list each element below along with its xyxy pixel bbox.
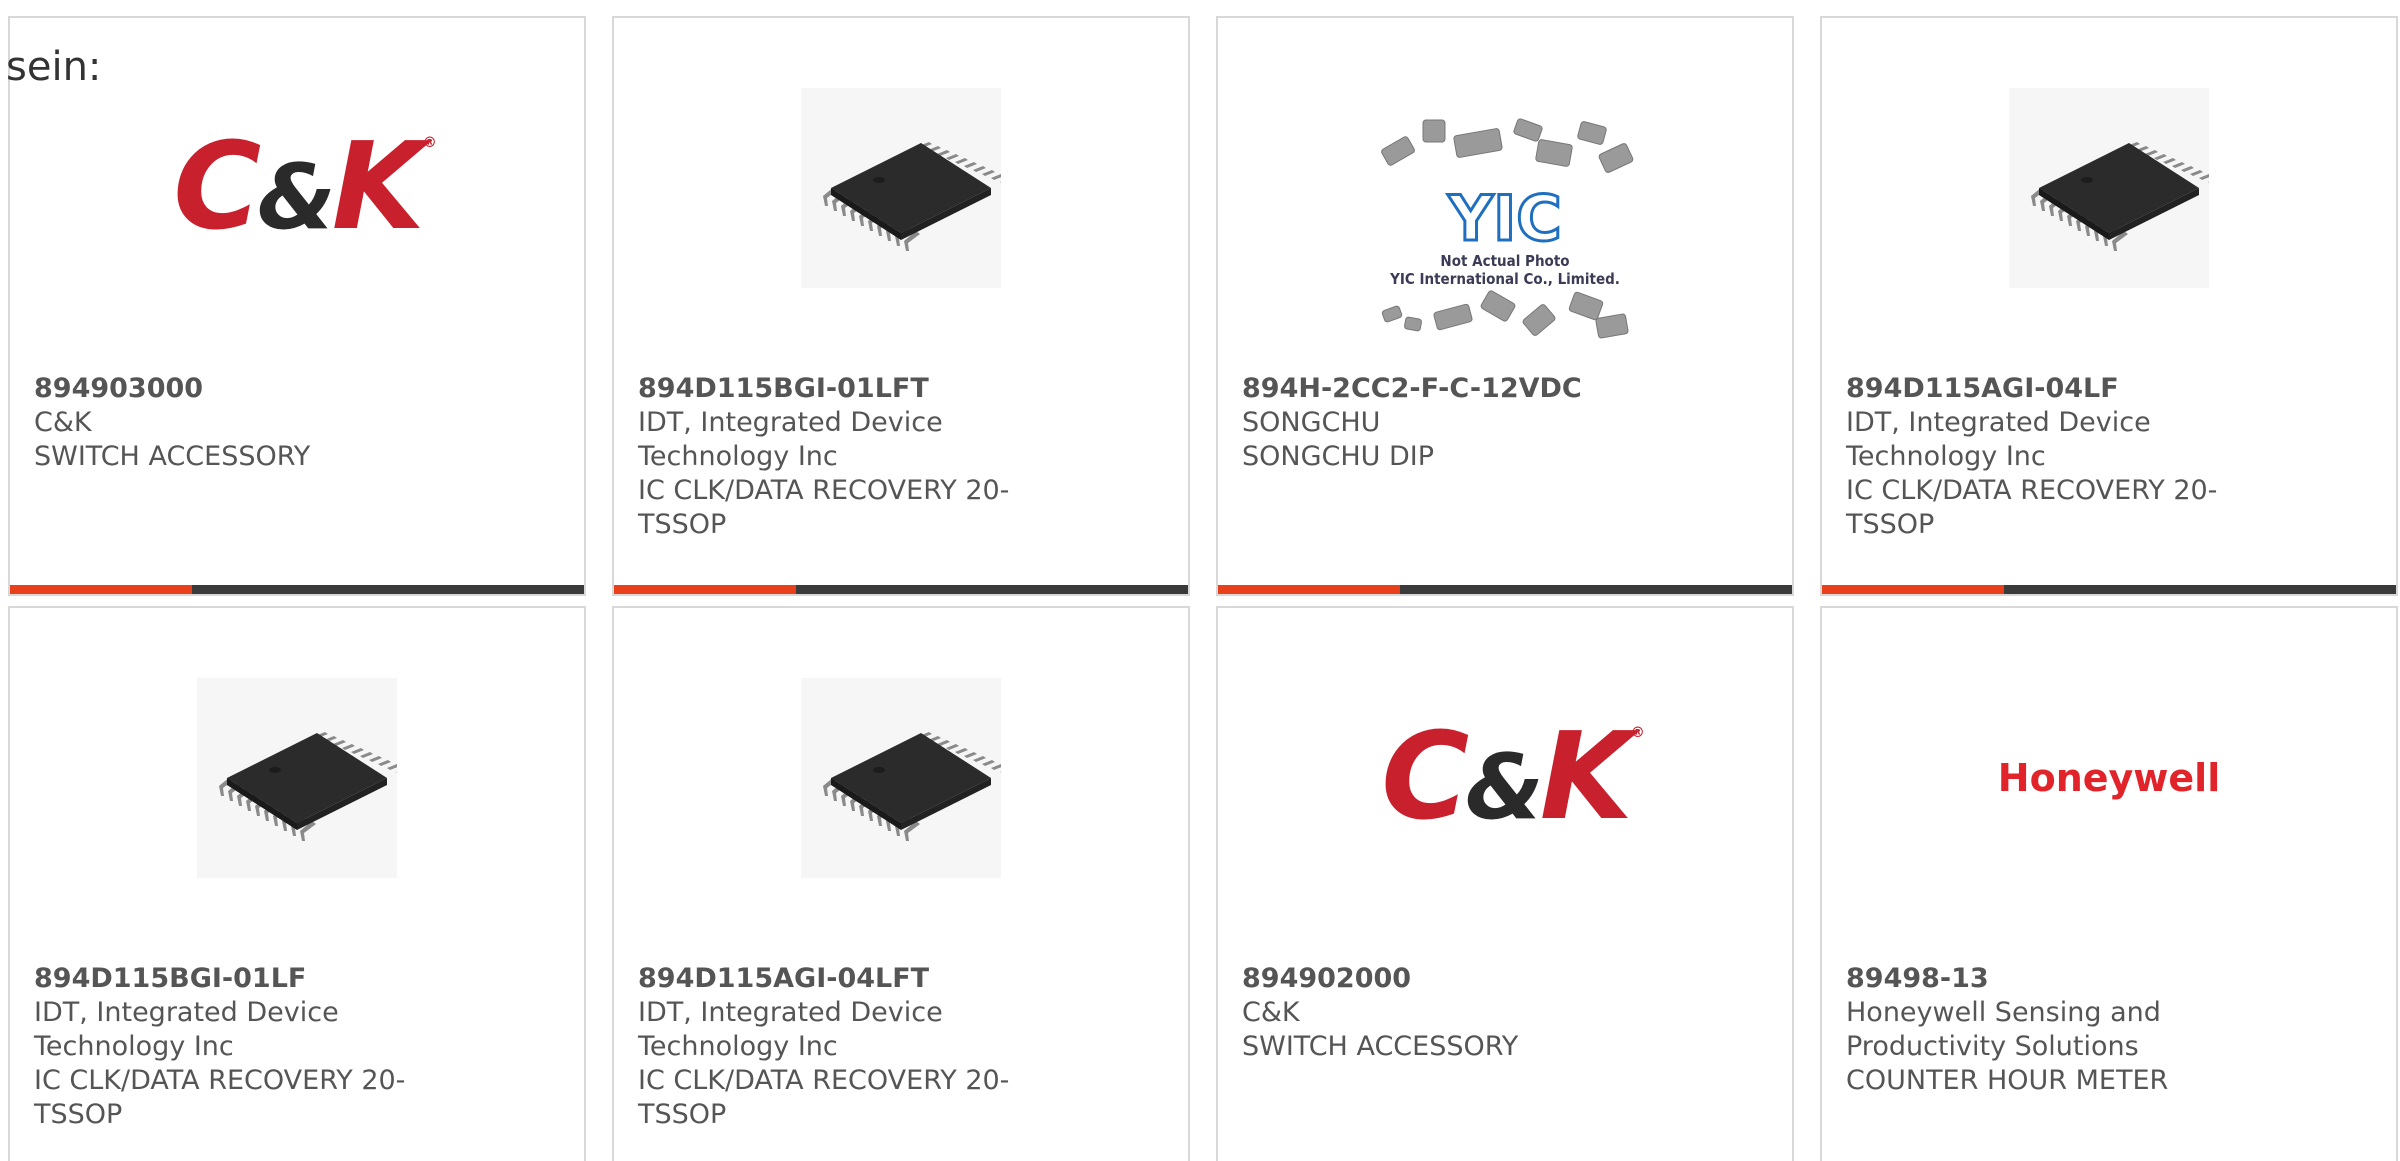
chip-assortment-top-icon	[1381, 118, 1634, 173]
description: SONGCHU DIP	[1242, 441, 1435, 472]
manufacturer: IDT, Integrated Device Technology Inc	[638, 407, 943, 472]
product-card[interactable]: 894D115AGI-04LFT IDT, Integrated Device …	[612, 606, 1190, 1161]
tssop-chip-icon	[801, 678, 1001, 878]
part-number-link[interactable]: 894H-2CC2-F-C-12VDC	[1242, 372, 1662, 406]
part-number-link[interactable]: 894D115AGI-04LFT	[638, 962, 1058, 996]
product-image[interactable]	[614, 78, 1188, 298]
card-accent-bar	[10, 585, 192, 594]
product-image[interactable]: C&K ®	[10, 78, 584, 298]
part-number-link[interactable]: 894D115AGI-04LF	[1846, 372, 2266, 406]
image-caption-2: YIC International Co., Limited.	[1390, 270, 1620, 288]
image-caption-1: Not Actual Photo	[1440, 252, 1570, 270]
product-info: 894902000 C&K SWITCH ACCESSORY	[1242, 962, 1662, 1064]
chip-assortment-bottom-icon	[1381, 290, 1629, 339]
part-number-link[interactable]: 89498-13	[1846, 962, 2266, 996]
tssop-chip-icon	[2009, 88, 2209, 288]
product-info: 894D115AGI-04LFT IDT, Integrated Device …	[638, 962, 1058, 1132]
product-info: 894D115AGI-04LF IDT, Integrated Device T…	[1846, 372, 2266, 542]
product-image[interactable]	[614, 668, 1188, 888]
manufacturer: IDT, Integrated Device Technology Inc	[1846, 407, 2151, 472]
ck-logo: C&K ®	[173, 118, 437, 257]
card-bottom-bar	[1218, 585, 1792, 594]
product-info: 89498-13 Honeywell Sensing and Productiv…	[1846, 962, 2266, 1098]
description: SWITCH ACCESSORY	[1242, 1031, 1519, 1062]
product-card[interactable]: Honeywell 89498-13 Honeywell Sensing and…	[1820, 606, 2398, 1161]
product-card[interactable]: C&K ® 894903000 C&K SWITCH ACCESSORY	[8, 16, 586, 596]
manufacturer: Honeywell Sensing and Productivity Solut…	[1846, 997, 2161, 1062]
product-card[interactable]: C&K ® 894902000 C&K SWITCH ACCESSORY	[1216, 606, 1794, 1161]
description: SWITCH ACCESSORY	[34, 441, 311, 472]
product-info: 894D115BGI-01LFT IDT, Integrated Device …	[638, 372, 1058, 542]
description: IC CLK/DATA RECOVERY 20-TSSOP	[638, 1065, 1010, 1130]
card-bottom-bar	[10, 585, 584, 594]
product-card[interactable]: 894D115BGI-01LFT IDT, Integrated Device …	[612, 16, 1190, 596]
manufacturer: IDT, Integrated Device Technology Inc	[34, 997, 339, 1062]
card-accent-bar	[1218, 585, 1400, 594]
part-number-link[interactable]: 894D115BGI-01LF	[34, 962, 454, 996]
product-image[interactable]: YIC Not Actual Photo YIC International C…	[1218, 98, 1792, 358]
product-grid-page: sein: C&K ® 894903000 C&K SWITCH ACCESSOR…	[0, 0, 2400, 1161]
honeywell-logo: Honeywell	[1997, 756, 2221, 800]
card-accent-bar	[1822, 585, 2004, 594]
manufacturer: C&K	[1242, 997, 1300, 1028]
ck-logo: C&K ®	[1381, 708, 1645, 847]
svg-text:YIC: YIC	[1447, 182, 1561, 252]
description: IC CLK/DATA RECOVERY 20-TSSOP	[1846, 475, 2218, 540]
part-number-link[interactable]: 894D115BGI-01LFT	[638, 372, 1058, 406]
product-card[interactable]: 894D115AGI-04LF IDT, Integrated Device T…	[1820, 16, 2398, 596]
product-info: 894H-2CC2-F-C-12VDC SONGCHU SONGCHU DIP	[1242, 372, 1662, 474]
card-accent-bar	[614, 585, 796, 594]
product-info: 894903000 C&K SWITCH ACCESSORY	[34, 372, 454, 474]
page-heading: sein:	[6, 44, 102, 90]
product-card[interactable]: YIC Not Actual Photo YIC International C…	[1216, 16, 1794, 596]
tssop-chip-icon	[197, 678, 397, 878]
manufacturer: SONGCHU	[1242, 407, 1381, 438]
product-image[interactable]	[1822, 78, 2396, 298]
card-bottom-bar	[1822, 585, 2396, 594]
manufacturer: IDT, Integrated Device Technology Inc	[638, 997, 943, 1062]
manufacturer: C&K	[34, 407, 92, 438]
not-actual-photo-placeholder: YIC Not Actual Photo YIC International C…	[1365, 112, 1645, 344]
product-image[interactable]: C&K ®	[1218, 668, 1792, 888]
product-info: 894D115BGI-01LF IDT, Integrated Device T…	[34, 962, 454, 1132]
description: COUNTER HOUR METER	[1846, 1065, 2169, 1096]
part-number-link[interactable]: 894903000	[34, 372, 454, 406]
card-bottom-bar	[614, 585, 1188, 594]
yic-logo-icon: YIC	[1446, 182, 1563, 252]
product-image[interactable]	[10, 668, 584, 888]
product-image[interactable]: Honeywell	[1822, 668, 2396, 888]
description: IC CLK/DATA RECOVERY 20-TSSOP	[638, 475, 1010, 540]
tssop-chip-icon	[801, 88, 1001, 288]
part-number-link[interactable]: 894902000	[1242, 962, 1662, 996]
product-card[interactable]: 894D115BGI-01LF IDT, Integrated Device T…	[8, 606, 586, 1161]
description: IC CLK/DATA RECOVERY 20-TSSOP	[34, 1065, 406, 1130]
